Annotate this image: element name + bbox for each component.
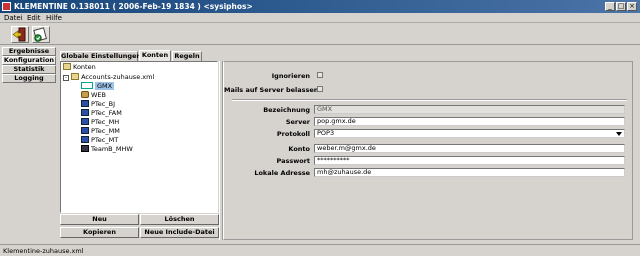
menu-edit[interactable]: Edit xyxy=(27,14,41,22)
account-icon xyxy=(81,127,89,134)
toolbar xyxy=(0,23,640,45)
tree-file-node[interactable]: - Accounts-zuhause.xml xyxy=(63,73,154,81)
account-icon xyxy=(81,145,89,152)
account-input[interactable]: weber.m@gmx.de xyxy=(314,144,625,153)
account-icon xyxy=(81,136,89,143)
close-button[interactable]: × xyxy=(627,2,637,11)
keep-mail-checkbox[interactable] xyxy=(317,86,323,92)
status-text: Klementine-zuhause.xml xyxy=(3,247,84,255)
account-icon xyxy=(81,109,89,116)
sidebar-item-logging[interactable]: Logging xyxy=(2,74,56,83)
app-icon xyxy=(2,2,11,11)
exit-door-icon xyxy=(12,27,26,42)
protocol-label: Protokoll xyxy=(276,130,310,138)
server-input[interactable]: pop.gmx.de xyxy=(314,117,625,126)
edit-button[interactable] xyxy=(32,26,50,43)
tree-account-ptec-bj[interactable]: PTec_BJ xyxy=(81,100,115,108)
edit-document-icon xyxy=(33,27,47,42)
sidebar-item-statistik[interactable]: Statistik xyxy=(2,65,56,74)
sidebar-item-konfiguration[interactable]: Konfiguration xyxy=(2,56,56,65)
sidebar-item-ergebnisse[interactable]: Ergebnisse xyxy=(2,47,56,56)
account-label: Konto xyxy=(288,145,310,153)
menu-hilfe[interactable]: Hilfe xyxy=(46,14,62,22)
name-field: GMX xyxy=(314,105,625,114)
menu-datei[interactable]: Datei xyxy=(4,14,23,22)
gmx-logo-icon xyxy=(81,82,93,89)
protocol-select[interactable]: POP3 xyxy=(314,129,625,138)
tab-regeln[interactable]: Regeln xyxy=(172,51,202,61)
protocol-value: POP3 xyxy=(317,129,335,137)
new-include-file-button[interactable]: Neue Include-Datei xyxy=(140,227,219,238)
collapse-toggle-icon[interactable]: - xyxy=(63,75,69,81)
sidebar: Ergebnisse Konfiguration Statistik Loggi… xyxy=(2,47,56,83)
title-bar: KLEMENTINE 0.138011 ( 2006-Feb-19 1834 )… xyxy=(0,0,640,13)
web-logo-icon xyxy=(81,91,89,98)
name-label: Bezeichnung xyxy=(263,106,310,114)
password-input[interactable]: ********** xyxy=(314,156,625,165)
tree-account-teamb-mhw[interactable]: TeamB_MHW xyxy=(81,145,133,153)
tree-account-web[interactable]: WEB xyxy=(81,91,106,99)
status-bar: Klementine-zuhause.xml xyxy=(0,244,640,256)
chevron-down-icon xyxy=(616,132,622,136)
password-label: Passwort xyxy=(276,157,311,165)
account-icon xyxy=(81,100,89,107)
minimize-button[interactable]: _ xyxy=(605,2,615,11)
form-divider xyxy=(232,99,627,101)
tree-account-ptec-fam[interactable]: PTec_FAM xyxy=(81,109,122,117)
account-details-panel: Ignorieren Mails auf Server belassen Bez… xyxy=(223,61,633,240)
window-title: KLEMENTINE 0.138011 ( 2006-Feb-19 1834 )… xyxy=(14,2,253,11)
tree-account-gmx[interactable]: GMX xyxy=(81,82,115,90)
tree-account-ptec-mm[interactable]: PTec_MM xyxy=(81,127,120,135)
account-tree[interactable]: Konten - Accounts-zuhause.xml GMX WEB PT… xyxy=(60,61,218,213)
copy-button[interactable]: Kopieren xyxy=(60,227,139,238)
new-button[interactable]: Neu xyxy=(60,214,139,225)
delete-button[interactable]: Löschen xyxy=(140,214,219,225)
server-label: Server xyxy=(285,118,310,126)
keep-mail-label: Mails auf Server belassen xyxy=(224,86,319,94)
tab-konten[interactable]: Konten xyxy=(139,50,171,61)
maximize-button[interactable]: □ xyxy=(616,2,626,11)
tree-account-ptec-mh[interactable]: PTec_MH xyxy=(81,118,119,126)
local-address-input[interactable]: mh@zuhause.de xyxy=(314,168,625,177)
tree-root[interactable]: Konten xyxy=(63,63,96,71)
folder-icon xyxy=(71,73,80,80)
tab-globale-einstellungen[interactable]: Globale Einstellungen xyxy=(60,51,141,61)
account-icon xyxy=(81,118,89,125)
ignore-checkbox[interactable] xyxy=(317,72,323,78)
folder-icon xyxy=(63,63,71,70)
tree-account-ptec-mt[interactable]: PTec_MT xyxy=(81,136,118,144)
menu-bar: Datei Edit Hilfe xyxy=(0,13,640,23)
ignore-label: Ignorieren xyxy=(271,72,310,80)
exit-button[interactable] xyxy=(11,26,29,43)
local-address-label: Lokale Adresse xyxy=(254,169,310,177)
